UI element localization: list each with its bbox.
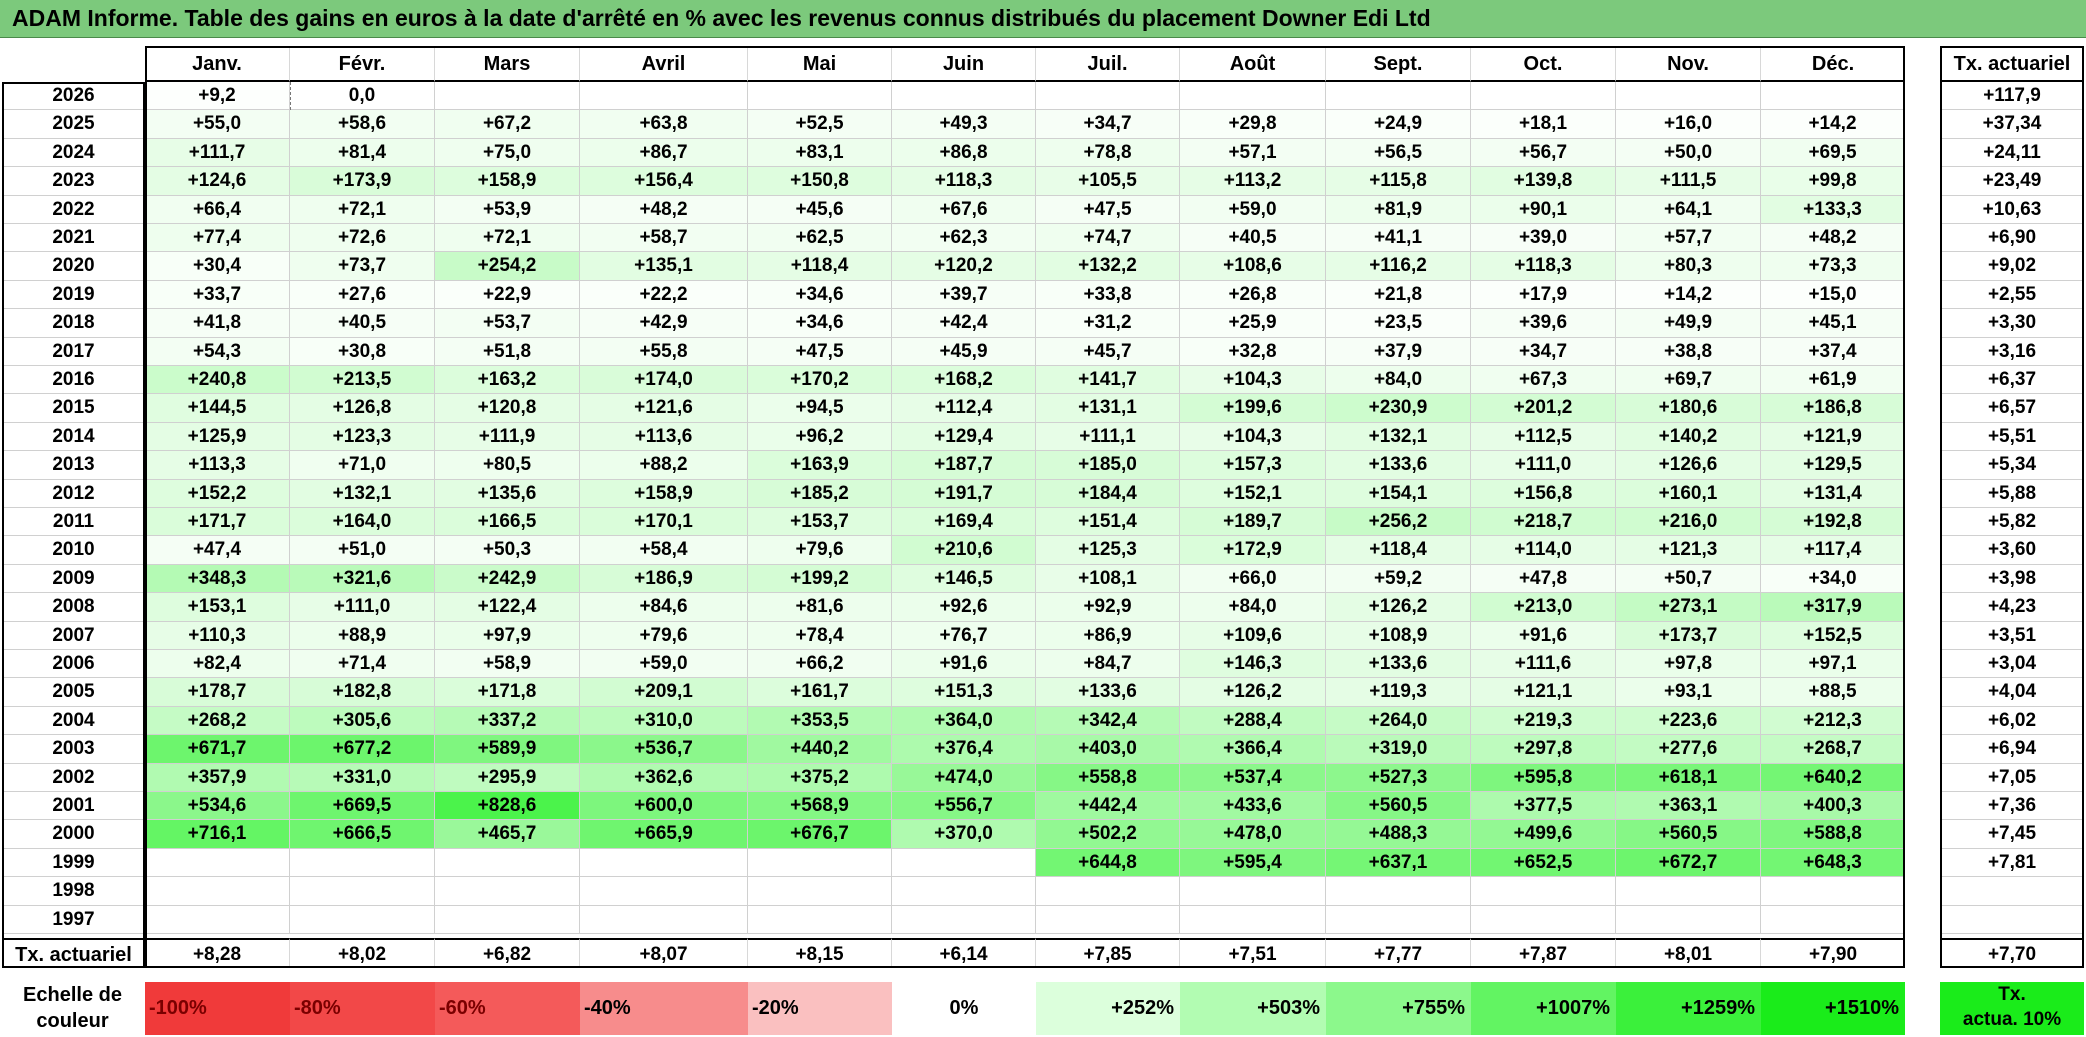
scale-label: Echelle de couleur — [0, 982, 145, 1035]
dashed-divider — [290, 82, 291, 111]
scale-swatch: -60% — [435, 982, 580, 1035]
scale-label-line2: couleur — [36, 1010, 109, 1032]
scale-swatch: -80% — [290, 982, 435, 1035]
scale-annual-line2: actua. 10% — [1962, 1009, 2062, 1030]
year-frame — [2, 82, 145, 968]
scale-label-line1: Echelle de — [23, 984, 122, 1006]
scale-swatch: -20% — [748, 982, 892, 1035]
scale-swatch: +1510% — [1761, 982, 1905, 1035]
scale-swatch: +755% — [1326, 982, 1471, 1035]
scale-swatch: -40% — [580, 982, 748, 1035]
scale-annual-swatch: Tx. actua. 10% — [1940, 982, 2084, 1035]
annual-frame — [1940, 46, 2084, 968]
scale-swatch: -100% — [145, 982, 290, 1035]
scale-annual-line1: Tx. — [1998, 984, 2026, 1005]
scale-swatch: +252% — [1036, 982, 1180, 1035]
page-title: ADAM Informe. Table des gains en euros à… — [12, 5, 1431, 31]
scale-swatch: +503% — [1180, 982, 1326, 1035]
table-frame — [145, 46, 1905, 968]
scale-swatch: +1259% — [1616, 982, 1761, 1035]
title-bar: ADAM Informe. Table des gains en euros à… — [0, 0, 2086, 38]
scale-swatch: 0% — [892, 982, 1036, 1035]
scale-swatch: +1007% — [1471, 982, 1616, 1035]
